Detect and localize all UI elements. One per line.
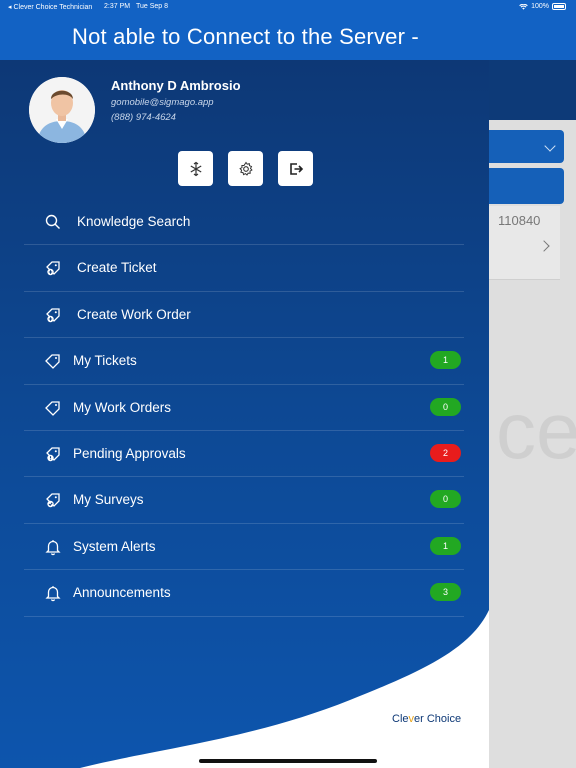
- bell-icon: [45, 586, 61, 602]
- status-right: 100%: [519, 3, 566, 10]
- ticket-add-icon: [46, 308, 60, 322]
- logout-icon: [289, 162, 303, 175]
- status-bar: ◂ Clever Choice Technician 2:37 PM Tue S…: [0, 0, 576, 14]
- profile-email: gomobile@sigmago.app: [111, 97, 214, 108]
- background-record-number: 110840: [498, 213, 541, 228]
- battery-percent: 100%: [531, 3, 549, 10]
- count-badge: 1: [430, 351, 461, 370]
- battery-icon: [552, 3, 566, 10]
- avatar: [29, 77, 95, 143]
- menu-item-label: Create Work Order: [77, 306, 191, 322]
- status-date: Tue Sep 8: [136, 3, 169, 10]
- avatar-portrait: [29, 77, 95, 143]
- ticket-add-icon: [46, 261, 60, 276]
- drawer-menu: Knowledge Search Create Ticket Create Wo…: [24, 199, 464, 617]
- menu-item-label: System Alerts: [73, 538, 156, 554]
- menu-item-label: My Tickets: [73, 353, 137, 369]
- count-badge: 0: [430, 397, 461, 416]
- brand-logo: Clever Choice: [392, 713, 461, 725]
- menu-item-system-alerts[interactable]: System Alerts 1: [24, 524, 464, 571]
- sync-icon: [190, 161, 201, 176]
- gear-icon: [238, 161, 253, 176]
- chevron-down-icon: [544, 140, 556, 152]
- sync-button[interactable]: [178, 151, 213, 186]
- navigation-drawer: Anthony D Ambrosio gomobile@sigmago.app …: [0, 60, 489, 768]
- background-dropdown[interactable]: [482, 130, 564, 163]
- profile-phone: (888) 974-4624: [111, 112, 176, 123]
- count-badge: 3: [430, 583, 461, 602]
- menu-item-my-surveys[interactable]: My Surveys 0: [24, 477, 464, 524]
- menu-item-announcements[interactable]: Announcements 3: [24, 570, 464, 617]
- profile-name: Anthony D Ambrosio: [111, 78, 241, 93]
- menu-item-label: Create Ticket: [77, 260, 157, 276]
- background-button[interactable]: [482, 168, 564, 204]
- back-to-app-link[interactable]: ◂ Clever Choice Technician: [8, 3, 92, 11]
- menu-item-pending-approvals[interactable]: Pending Approvals 2: [24, 431, 464, 478]
- status-time: 2:37 PM: [104, 3, 131, 10]
- wifi-icon: [519, 3, 528, 10]
- menu-item-label: My Surveys: [73, 492, 144, 508]
- background-watermark: ce: [496, 386, 576, 475]
- search-icon: [45, 214, 60, 229]
- ticket-check-icon: [46, 493, 60, 508]
- menu-item-create-work-order[interactable]: Create Work Order: [24, 292, 464, 339]
- menu-item-my-tickets[interactable]: My Tickets 1: [24, 338, 464, 385]
- count-badge: 2: [430, 443, 461, 462]
- count-badge: 1: [430, 536, 461, 555]
- settings-button[interactable]: [228, 151, 263, 186]
- menu-item-label: Knowledge Search: [77, 214, 191, 229]
- background-header: [489, 60, 576, 120]
- menu-item-create-ticket[interactable]: Create Ticket: [24, 245, 464, 292]
- page-title: Not able to Connect to the Server -: [72, 24, 419, 49]
- chevron-right-icon: [538, 240, 550, 252]
- count-badge: 0: [430, 490, 461, 509]
- ticket-icon: [45, 400, 60, 416]
- ticket-icon: [45, 354, 60, 370]
- home-indicator[interactable]: [199, 759, 377, 763]
- brand-logo-text: Cle: [392, 713, 409, 725]
- menu-item-label: Pending Approvals: [73, 445, 186, 461]
- menu-item-label: Announcements: [73, 585, 171, 601]
- menu-item-label: My Work Orders: [73, 399, 172, 415]
- ticket-alert-icon: [46, 447, 60, 462]
- bell-icon: [45, 539, 61, 555]
- profile-actions: [178, 151, 313, 186]
- top-bar: ◂ Clever Choice Technician 2:37 PM Tue S…: [0, 0, 576, 60]
- menu-item-my-work-orders[interactable]: My Work Orders 0: [24, 385, 464, 431]
- brand-logo-text: er Choice: [414, 713, 462, 725]
- logout-button[interactable]: [278, 151, 313, 186]
- menu-item-knowledge-search[interactable]: Knowledge Search: [24, 199, 464, 246]
